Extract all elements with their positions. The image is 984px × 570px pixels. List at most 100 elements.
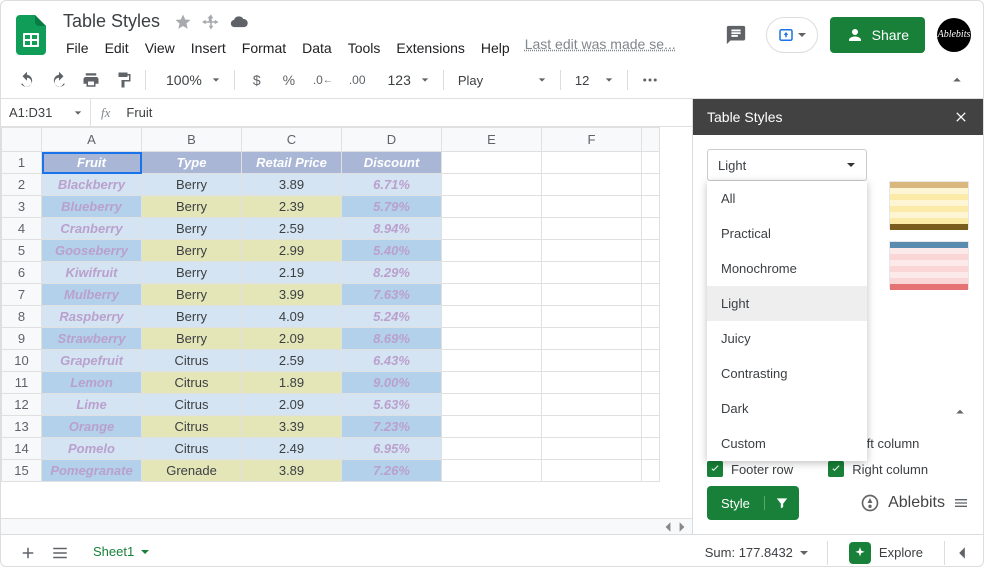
- cell[interactable]: Raspberry: [42, 306, 142, 328]
- last-edit-link[interactable]: Last edit was made se...: [525, 36, 676, 60]
- currency-icon[interactable]: $: [243, 66, 271, 94]
- cell[interactable]: 2.09: [242, 394, 342, 416]
- sum-dropdown[interactable]: Sum: 177.8432: [697, 541, 817, 564]
- cell[interactable]: 7.26%: [342, 460, 442, 482]
- dropdown-item-custom[interactable]: Custom: [707, 426, 867, 461]
- cell[interactable]: 3.39: [242, 416, 342, 438]
- menu-help[interactable]: Help: [474, 36, 517, 60]
- cell[interactable]: Cranberry: [42, 218, 142, 240]
- style-category-dropdown[interactable]: Light: [707, 149, 867, 181]
- share-button[interactable]: Share: [830, 17, 925, 53]
- dropdown-item-monochrome[interactable]: Monochrome: [707, 251, 867, 286]
- col-header[interactable]: A: [42, 128, 142, 152]
- cell[interactable]: 1.89: [242, 372, 342, 394]
- cell[interactable]: Berry: [142, 218, 242, 240]
- dropdown-item-practical[interactable]: Practical: [707, 216, 867, 251]
- cell[interactable]: 2.59: [242, 350, 342, 372]
- format-dropdown[interactable]: 123: [376, 66, 435, 94]
- cell[interactable]: Blueberry: [42, 196, 142, 218]
- cell[interactable]: 6.43%: [342, 350, 442, 372]
- account-avatar[interactable]: Ablebits: [937, 18, 971, 52]
- menu-data[interactable]: Data: [295, 36, 339, 60]
- cell[interactable]: Berry: [142, 196, 242, 218]
- cell[interactable]: 2.19: [242, 262, 342, 284]
- hscroll[interactable]: [1, 518, 692, 534]
- cell[interactable]: 6.95%: [342, 438, 442, 460]
- style-preview-2[interactable]: [889, 241, 969, 289]
- collapse-previews-icon[interactable]: [951, 403, 969, 421]
- add-sheet-icon[interactable]: [19, 544, 37, 562]
- menu-tools[interactable]: Tools: [341, 36, 388, 60]
- all-sheets-icon[interactable]: [51, 544, 69, 562]
- filter-icon[interactable]: [764, 496, 799, 510]
- col-header[interactable]: F: [542, 128, 642, 152]
- row-header[interactable]: 7: [2, 284, 42, 306]
- redo-icon[interactable]: [45, 66, 73, 94]
- cell[interactable]: 2.59: [242, 218, 342, 240]
- cell[interactable]: 2.39: [242, 196, 342, 218]
- cell[interactable]: Berry: [142, 174, 242, 196]
- row-header[interactable]: 8: [2, 306, 42, 328]
- comments-icon[interactable]: [718, 17, 754, 53]
- col-header[interactable]: B: [142, 128, 242, 152]
- cell[interactable]: Retail Price: [242, 152, 342, 174]
- scroll-left-icon[interactable]: [662, 521, 674, 533]
- scroll-right-icon[interactable]: [676, 521, 688, 533]
- row-header[interactable]: 1: [2, 152, 42, 174]
- row-header[interactable]: 10: [2, 350, 42, 372]
- menu-extensions[interactable]: Extensions: [389, 36, 471, 60]
- cell[interactable]: Pomegranate: [42, 460, 142, 482]
- cell[interactable]: 3.89: [242, 460, 342, 482]
- col-header[interactable]: D: [342, 128, 442, 152]
- cell[interactable]: Berry: [142, 328, 242, 350]
- sheets-logo[interactable]: [13, 17, 49, 53]
- row-header[interactable]: 9: [2, 328, 42, 350]
- formula-bar[interactable]: Fruit: [120, 105, 158, 120]
- menu-view[interactable]: View: [138, 36, 182, 60]
- cloud-icon[interactable]: [230, 13, 248, 31]
- cell[interactable]: 7.63%: [342, 284, 442, 306]
- menu-icon[interactable]: [953, 495, 969, 511]
- print-icon[interactable]: [77, 66, 105, 94]
- cell[interactable]: 5.40%: [342, 240, 442, 262]
- cell[interactable]: Blackberry: [42, 174, 142, 196]
- spreadsheet-grid[interactable]: ABCDEF1FruitTypeRetail PriceDiscount2Bla…: [1, 127, 692, 518]
- cell[interactable]: 8.94%: [342, 218, 442, 240]
- cell[interactable]: Gooseberry: [42, 240, 142, 262]
- cell[interactable]: 2.49: [242, 438, 342, 460]
- fontsize-dropdown[interactable]: 12: [569, 66, 619, 94]
- decrease-decimal-icon[interactable]: .0←: [307, 66, 339, 94]
- cell[interactable]: Pomelo: [42, 438, 142, 460]
- font-dropdown[interactable]: Play: [452, 66, 552, 94]
- menu-edit[interactable]: Edit: [98, 36, 136, 60]
- cell[interactable]: Citrus: [142, 394, 242, 416]
- dropdown-item-all[interactable]: All: [707, 181, 867, 216]
- cell[interactable]: Kiwifruit: [42, 262, 142, 284]
- cell[interactable]: 6.71%: [342, 174, 442, 196]
- cell[interactable]: 3.89: [242, 174, 342, 196]
- close-icon[interactable]: [953, 109, 969, 125]
- cell[interactable]: Lemon: [42, 372, 142, 394]
- paint-format-icon[interactable]: [109, 66, 137, 94]
- cell[interactable]: Grapefruit: [42, 350, 142, 372]
- sheet-tab[interactable]: Sheet1: [83, 538, 160, 567]
- cell[interactable]: 3.99: [242, 284, 342, 306]
- collapse-toolbar-icon[interactable]: [943, 66, 971, 94]
- cell[interactable]: Citrus: [142, 438, 242, 460]
- col-header[interactable]: E: [442, 128, 542, 152]
- percent-icon[interactable]: %: [275, 66, 303, 94]
- star-icon[interactable]: [174, 13, 192, 31]
- row-header[interactable]: 3: [2, 196, 42, 218]
- cell[interactable]: Mulberry: [42, 284, 142, 306]
- cell[interactable]: 5.63%: [342, 394, 442, 416]
- cell[interactable]: 2.99: [242, 240, 342, 262]
- menu-file[interactable]: File: [59, 36, 96, 60]
- check-footer-row[interactable]: Footer row: [707, 461, 798, 477]
- cell[interactable]: 4.09: [242, 306, 342, 328]
- row-header[interactable]: 6: [2, 262, 42, 284]
- cell[interactable]: Citrus: [142, 372, 242, 394]
- dropdown-item-juicy[interactable]: Juicy: [707, 321, 867, 356]
- cell[interactable]: Lime: [42, 394, 142, 416]
- cell[interactable]: Berry: [142, 240, 242, 262]
- row-header[interactable]: 15: [2, 460, 42, 482]
